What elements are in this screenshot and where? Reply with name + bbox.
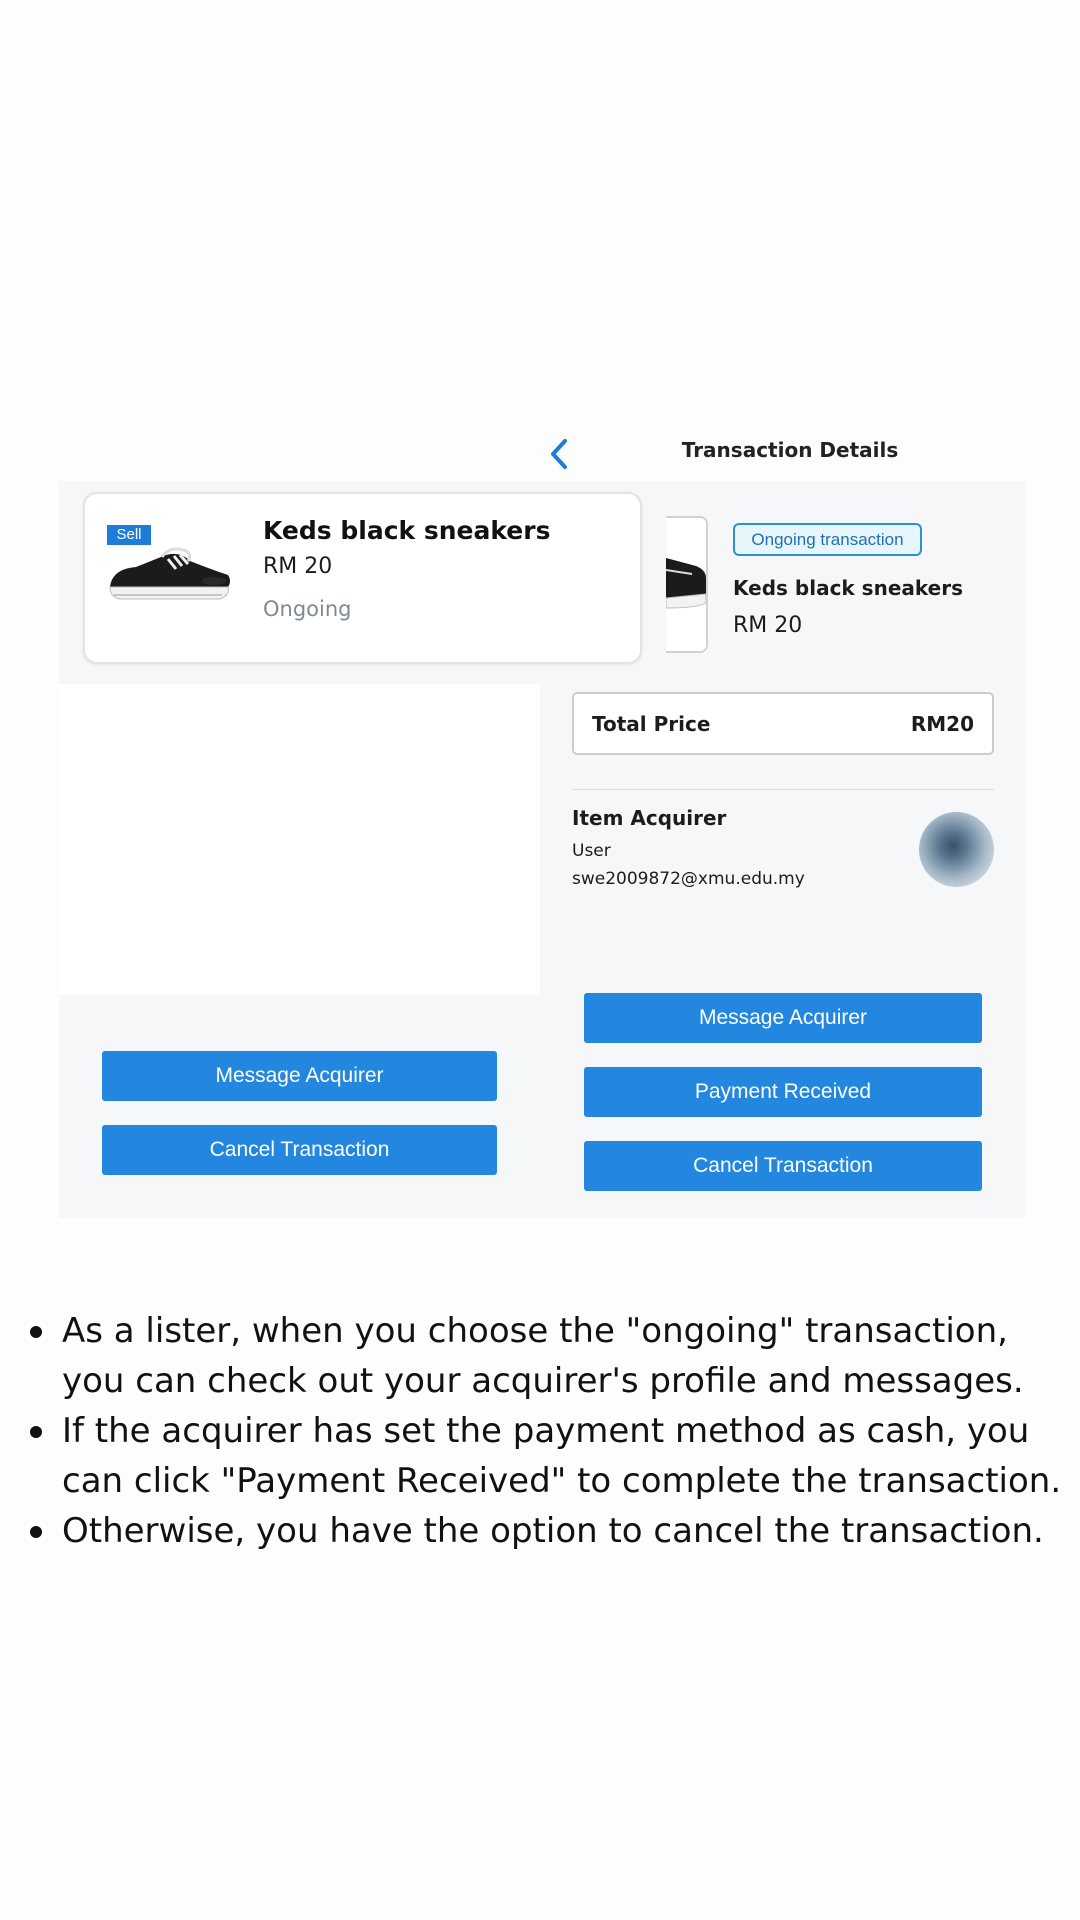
blank-area: [59, 684, 540, 995]
cancel-transaction-button[interactable]: Cancel Transaction: [102, 1125, 497, 1175]
acquirer-heading: Item Acquirer: [572, 806, 727, 830]
divider: [572, 789, 994, 790]
instruction-item: Otherwise, you have the option to cancel…: [24, 1506, 1074, 1556]
instructions-list: As a lister, when you choose the "ongoin…: [24, 1306, 1074, 1556]
acquirer-name: User: [572, 841, 611, 861]
back-chevron-icon[interactable]: [545, 436, 575, 472]
item-price: RM 20: [733, 613, 803, 638]
listing-title: Keds black sneakers: [263, 516, 551, 545]
item-title: Keds black sneakers: [733, 576, 963, 600]
payment-received-button[interactable]: Payment Received: [584, 1067, 982, 1117]
transaction-status-tag: Ongoing transaction: [733, 523, 922, 556]
sell-badge: Sell: [107, 525, 151, 545]
acquirer-avatar[interactable]: [919, 812, 994, 887]
page-title: Transaction Details: [681, 438, 899, 462]
listing-status: Ongoing: [263, 597, 352, 621]
total-price-label: Total Price: [592, 712, 711, 736]
acquirer-email: swe2009872@xmu.edu.my: [572, 869, 805, 889]
total-price-value: RM20: [910, 712, 974, 736]
instruction-item: If the acquirer has set the payment meth…: [24, 1406, 1074, 1506]
cancel-transaction-button[interactable]: Cancel Transaction: [584, 1141, 982, 1191]
message-acquirer-button[interactable]: Message Acquirer: [102, 1051, 497, 1101]
item-thumbnail: [666, 516, 708, 653]
listing-price: RM 20: [263, 554, 333, 579]
message-acquirer-button[interactable]: Message Acquirer: [584, 993, 982, 1043]
instruction-item: As a lister, when you choose the "ongoin…: [24, 1306, 1074, 1406]
